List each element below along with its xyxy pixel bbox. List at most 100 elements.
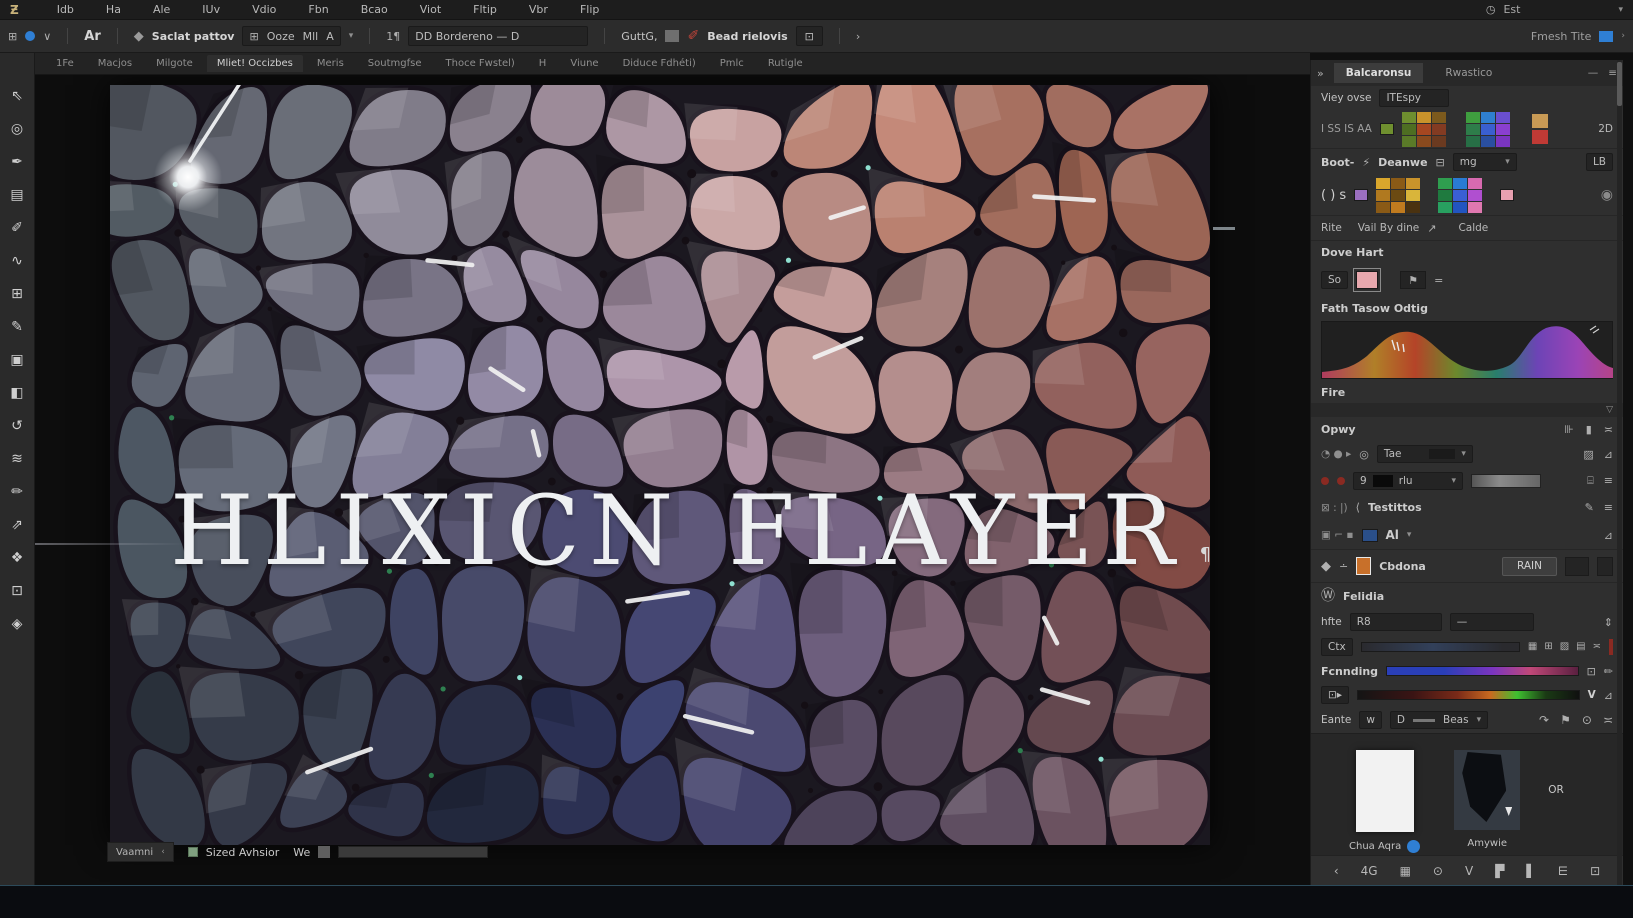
panel-scrollbar[interactable] (1617, 60, 1622, 885)
menu-item[interactable]: Idb (41, 3, 90, 16)
metrics-box[interactable]: ⊡ (795, 26, 823, 46)
corner-icon[interactable]: ⊿ (1604, 530, 1613, 541)
link-rite[interactable]: Rite (1321, 222, 1342, 234)
collapse-panel-icon[interactable]: » (1317, 68, 1324, 79)
grid-option-icon[interactable]: ▤ (1576, 642, 1585, 652)
bolt-icon[interactable]: ⚡ (1362, 157, 1370, 168)
chevron-icon[interactable]: ∨ (43, 31, 51, 42)
panel-action-icon[interactable]: ⊪ (1564, 424, 1574, 435)
lb-button[interactable]: LB (1585, 153, 1613, 171)
color-swatch[interactable] (1531, 114, 1548, 128)
style-dropdown[interactable]: ⊞ Ooze Mll A (242, 26, 341, 46)
color-swatch[interactable] (1480, 123, 1495, 135)
diamond-icon[interactable]: ◆ (1321, 560, 1331, 573)
arrow-up-right-icon[interactable]: ↗ (1427, 223, 1436, 234)
panel-toolbar-icon[interactable]: ⋿ (1558, 864, 1568, 878)
color-swatch[interactable] (1406, 201, 1421, 213)
mode-label[interactable]: 2D (1598, 123, 1613, 135)
pencil-icon[interactable]: ✏ (1604, 666, 1613, 677)
pink-swatch[interactable] (1500, 189, 1515, 201)
color-swatch[interactable] (1531, 130, 1548, 144)
view-field[interactable]: ITEspy (1379, 89, 1450, 107)
color-swatch[interactable] (1416, 111, 1431, 123)
tool-button[interactable]: ◎ (4, 112, 30, 145)
metrics-label[interactable]: Bead rielovis (707, 30, 787, 43)
chevron-down-icon[interactable]: ▾ (1618, 5, 1623, 15)
menu-item[interactable]: Bcao (345, 3, 404, 16)
color-swatch[interactable] (1438, 189, 1453, 201)
grid-small-icon[interactable]: ⊟ (1436, 157, 1445, 168)
color-swatch[interactable] (1401, 111, 1416, 123)
panel-toolbar-icon[interactable]: V (1465, 864, 1473, 878)
panel-menu-icon[interactable]: ≡ (1608, 67, 1617, 79)
history-action-icon[interactable]: ≍ (1603, 714, 1613, 726)
rain-button[interactable]: RAIN (1501, 556, 1557, 576)
color-swatch[interactable] (1431, 111, 1446, 123)
eante-w-field[interactable]: w (1359, 711, 1382, 729)
grid-option-icon[interactable]: ≍ (1593, 642, 1601, 652)
dark-button[interactable] (1565, 556, 1589, 576)
v-toggle[interactable]: V (1588, 689, 1596, 701)
menu-item[interactable]: Ale (137, 3, 186, 16)
panel-toolbar-icon[interactable]: ▛ (1495, 864, 1504, 878)
gray-swatch-icon[interactable] (665, 30, 680, 42)
color-swatch[interactable] (1391, 189, 1406, 201)
document-tab[interactable]: Mliet! Occizbes (206, 55, 303, 72)
document-tab[interactable]: Meris (307, 55, 354, 72)
thumbnail-item[interactable]: Chua Aqra (1349, 750, 1421, 855)
tool-button[interactable]: ⇖ (4, 79, 30, 112)
spectrum-prefix[interactable]: ⊡▸ (1321, 686, 1350, 704)
page-thumbnail[interactable] (1355, 750, 1414, 832)
tool-button[interactable]: ✎ (4, 310, 30, 343)
corner-icon[interactable]: ⊿ (1604, 449, 1613, 460)
collapsed-bar[interactable]: ▽ (1311, 403, 1623, 417)
color-swatch[interactable] (1480, 111, 1495, 123)
eante-combo[interactable]: D Beas ▾ (1389, 711, 1489, 729)
tool-button[interactable]: ✐ (4, 211, 30, 244)
tool-button[interactable]: ❖ (4, 541, 30, 574)
color-swatch[interactable] (1468, 177, 1483, 189)
tool-button[interactable]: ↺ (4, 409, 30, 442)
color-swatch[interactable] (1376, 189, 1391, 201)
tool-button[interactable]: ✏ (4, 475, 30, 508)
blend-icons[interactable]: ◔ ● ▸ (1321, 448, 1351, 460)
document-tab[interactable]: Rutigle (758, 55, 813, 72)
panel-toolbar-icon[interactable]: ‹ (1334, 864, 1339, 878)
color-swatch[interactable] (1495, 135, 1510, 147)
color-swatch[interactable] (1453, 201, 1468, 213)
panel-tab-inactive[interactable]: Rwastico (1433, 63, 1504, 83)
document-tab[interactable]: Thoce Fwstel) (436, 55, 525, 72)
brush-icon[interactable]: ✐ (687, 29, 699, 43)
value-slider[interactable] (1471, 473, 1541, 488)
al-label[interactable]: Al (1386, 528, 1399, 542)
tae-dropdown[interactable]: Tae ▾ (1376, 445, 1473, 463)
minimize-icon[interactable]: — (1588, 67, 1599, 79)
color-swatch[interactable] (1376, 201, 1391, 213)
color-swatch[interactable] (1465, 111, 1480, 123)
stack-icon[interactable]: ⌸ (1587, 475, 1594, 486)
progress-bar[interactable] (338, 846, 489, 858)
color-swatch[interactable] (1406, 177, 1421, 189)
panel-toolbar-icon[interactable]: 4G (1361, 864, 1378, 878)
color-swatch[interactable] (1391, 201, 1406, 213)
filter-icon[interactable]: ⚑ (1400, 271, 1427, 289)
lines-icon[interactable]: ≡ (1604, 502, 1613, 513)
link-calde[interactable]: Calde (1458, 222, 1488, 234)
grid-option-icon[interactable]: ⊞ (1544, 642, 1552, 652)
document-tab[interactable]: Pmlc (710, 55, 754, 72)
artboard[interactable]: HLIXICN FLAYER ¶ (110, 85, 1211, 845)
mask-icon[interactable]: ▨ (1583, 449, 1593, 460)
chevron-down-icon[interactable]: ▾ (349, 31, 354, 41)
tool-button[interactable]: ▤ (4, 178, 30, 211)
scrollbar-thumb[interactable] (1617, 62, 1622, 106)
color-swatch[interactable] (1401, 123, 1416, 135)
tool-button[interactable]: ⊡ (4, 574, 30, 607)
purple-swatch[interactable] (1354, 189, 1369, 201)
menu-item[interactable]: Ha (90, 3, 137, 16)
color-swatch[interactable] (1465, 123, 1480, 135)
menu-item[interactable]: Vbr (513, 3, 564, 16)
color-swatch[interactable] (1495, 111, 1510, 123)
color-swatch[interactable] (1468, 201, 1483, 213)
rlu-field[interactable]: 9 rlu ▾ (1353, 471, 1463, 490)
tool-button[interactable]: ◈ (4, 607, 30, 640)
